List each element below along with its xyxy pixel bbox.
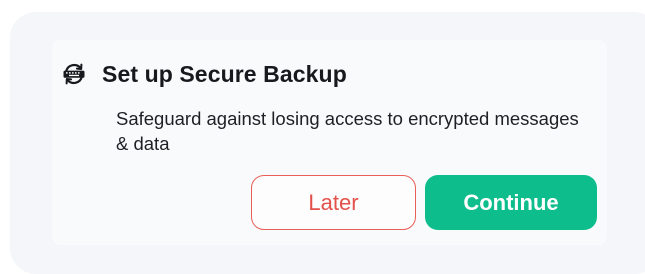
toast-header: Set up Secure Backup [62, 54, 347, 94]
toast-description: Safeguard against losing access to encry… [116, 108, 579, 154]
later-button[interactable]: Later [251, 175, 416, 230]
continue-button[interactable]: Continue [425, 175, 597, 230]
toast-title: Set up Secure Backup [102, 60, 347, 87]
secure-backup-icon [62, 62, 86, 86]
